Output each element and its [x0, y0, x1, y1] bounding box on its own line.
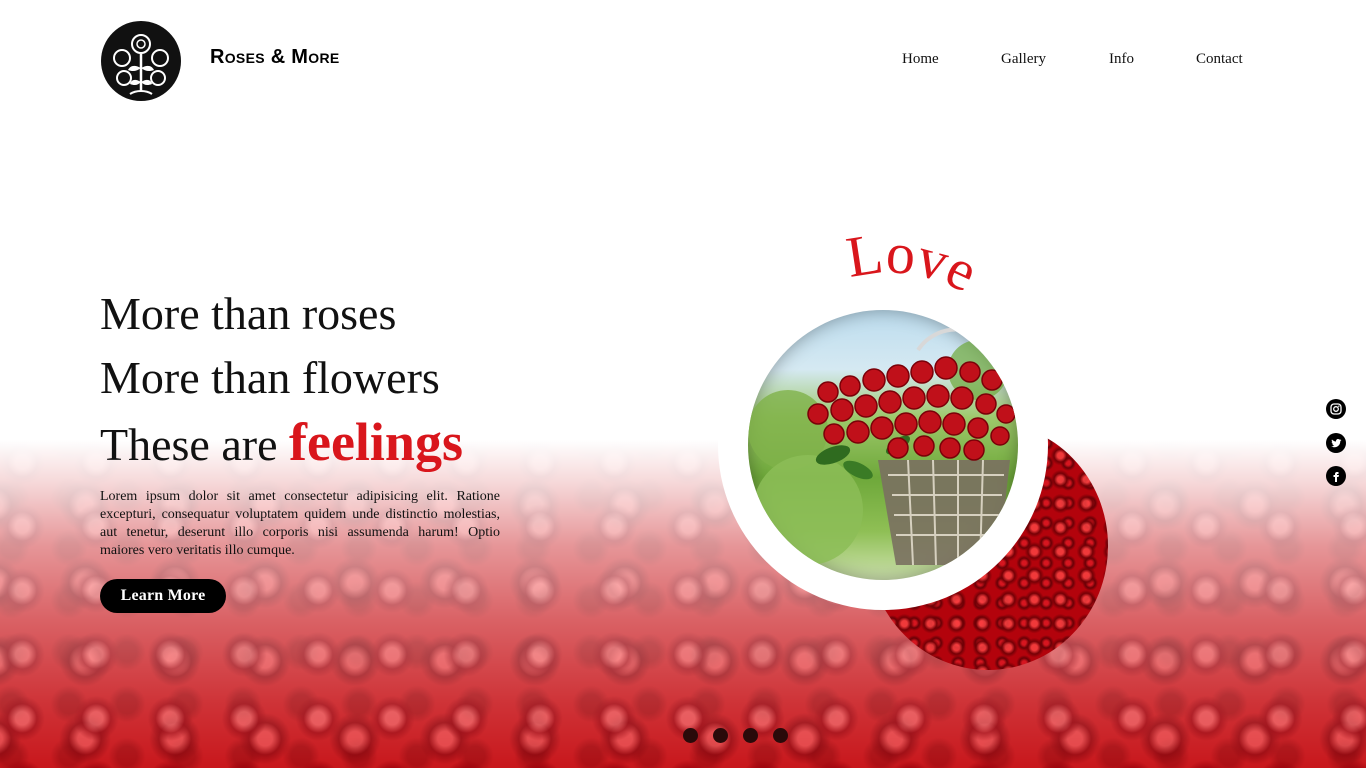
love-word-path: Love: [845, 220, 987, 304]
facebook-icon[interactable]: [1326, 466, 1346, 486]
slider-dot-1[interactable]: [683, 728, 698, 743]
headline-accent-word: feelings: [289, 412, 463, 472]
headline-line-2: More than flowers: [100, 352, 440, 403]
rose-logo-icon[interactable]: [100, 20, 182, 102]
headline-line-1: More than roses: [100, 288, 397, 339]
hero-headline: More than roses More than flowers These …: [100, 282, 463, 477]
slider-dot-3[interactable]: [743, 728, 758, 743]
twitter-icon[interactable]: [1326, 433, 1346, 453]
headline-line-3-prefix: These are: [100, 419, 289, 470]
slider-dot-4[interactable]: [773, 728, 788, 743]
nav-home[interactable]: Home: [902, 51, 939, 68]
brand-name[interactable]: Roses & More: [210, 46, 340, 69]
love-word: Love: [845, 220, 987, 304]
love-curved-text: Love: [845, 220, 987, 304]
hero-description: Lorem ipsum dolor sit amet consectetur a…: [100, 489, 500, 558]
rose-basket-photo: [748, 310, 1018, 580]
learn-more-button[interactable]: Learn More: [100, 579, 226, 613]
nav-gallery[interactable]: Gallery: [1001, 51, 1046, 68]
headline-line-3: These are feelings: [100, 410, 463, 477]
nav-info[interactable]: Info: [1109, 51, 1134, 68]
nav-contact[interactable]: Contact: [1196, 51, 1243, 68]
instagram-icon[interactable]: [1326, 399, 1346, 419]
slider-dot-2[interactable]: [713, 728, 728, 743]
